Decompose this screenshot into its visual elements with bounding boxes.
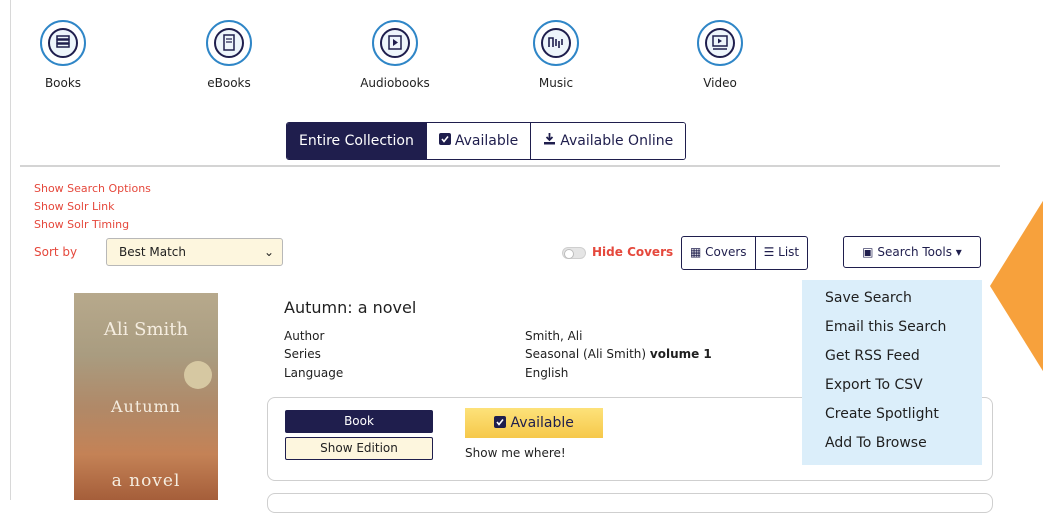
cover-badge [184, 361, 212, 389]
sort-label: Sort by [34, 245, 78, 259]
video-icon [697, 20, 743, 66]
music-icon [533, 20, 579, 66]
show-edition-button[interactable]: Show Edition [285, 437, 433, 460]
page-border [10, 0, 11, 500]
tab-available[interactable]: Available [425, 123, 531, 159]
show-solr-timing-link[interactable]: Show Solr Timing [34, 218, 129, 231]
divider [20, 165, 1000, 167]
orange-pointer [990, 196, 1043, 376]
page: Books eBooks Audiobooks Music Video Enti… [0, 0, 1043, 513]
caret-down-icon: ▾ [955, 245, 962, 259]
collection-tabs: Entire Collection Available Available On… [286, 122, 687, 160]
covers-view-button[interactable]: ▦ Covers [682, 237, 755, 269]
tab-available-online[interactable]: Available Online [530, 123, 686, 159]
view-switcher: ▦ Covers ☰ List [681, 236, 809, 270]
list-label: List [778, 245, 800, 259]
cover-title: Autumn [110, 397, 182, 416]
format-book-button[interactable]: Book [285, 410, 433, 433]
menu-item-email-search[interactable]: Email this Search [825, 319, 946, 335]
sort-value: Best Match [119, 245, 187, 259]
available-button[interactable]: Available [465, 408, 603, 438]
format-label: Video [703, 76, 737, 90]
list-icon: ☰ [763, 245, 775, 259]
tab-label: Entire Collection [299, 133, 414, 149]
format-label: Books [44, 76, 82, 90]
chevron-down-icon: ⌄ [263, 245, 274, 259]
series-volume: volume 1 [649, 347, 712, 361]
show-me-where-link[interactable]: Show me where! [465, 446, 566, 460]
sort-select[interactable]: Best Match ⌄ [106, 238, 283, 266]
ebooks-icon [206, 20, 252, 66]
format-audiobooks[interactable]: Audiobooks [345, 20, 445, 90]
hide-covers-toggle[interactable] [562, 247, 586, 259]
tab-label: Available [454, 133, 519, 149]
search-tools-label: Search Tools [877, 245, 952, 259]
search-tools-button[interactable]: ▣ Search Tools ▾ [843, 236, 981, 268]
format-label: eBooks [207, 76, 251, 90]
book-cover[interactable]: Ali Smith Autumn a novel [74, 293, 218, 500]
format-label: Audiobooks [360, 76, 430, 90]
cover-subtitle: a novel [111, 471, 181, 491]
menu-item-create-spotlight[interactable]: Create Spotlight [825, 406, 939, 422]
result-title[interactable]: Autumn: a novel [284, 298, 416, 317]
menu-item-add-to-browse[interactable]: Add To Browse [825, 435, 927, 451]
download-icon [543, 123, 556, 159]
available-label: Available [510, 415, 574, 431]
field-value[interactable]: Seasonal (Ali Smith) volume 1 [525, 347, 712, 361]
field-key: Language [284, 366, 344, 380]
audiobooks-icon [372, 20, 418, 66]
show-solr-link[interactable]: Show Solr Link [34, 200, 115, 213]
checkbox-icon [494, 415, 507, 431]
field-value: English [525, 366, 569, 380]
format-ebooks[interactable]: eBooks [179, 20, 279, 90]
field-key: Author [284, 329, 325, 343]
search-tools-menu: Save Search Email this Search Get RSS Fe… [802, 280, 982, 465]
books-icon [40, 20, 86, 66]
holding-card [267, 493, 993, 513]
tab-label: Available Online [560, 133, 674, 149]
format-music[interactable]: Music [506, 20, 606, 90]
briefcase-icon: ▣ [862, 245, 874, 259]
menu-item-save-search[interactable]: Save Search [825, 290, 912, 306]
grid-icon: ▦ [690, 245, 702, 259]
menu-item-rss-feed[interactable]: Get RSS Feed [825, 348, 920, 364]
checkbox-icon [438, 123, 451, 159]
hide-covers-label[interactable]: Hide Covers [592, 245, 673, 259]
cover-author: Ali Smith [103, 319, 189, 340]
format-label: Music [538, 76, 574, 90]
list-view-button[interactable]: ☰ List [754, 237, 808, 269]
field-key: Series [284, 347, 321, 361]
format-books[interactable]: Books [13, 20, 113, 90]
show-search-options-link[interactable]: Show Search Options [34, 182, 151, 195]
covers-label: Covers [705, 245, 747, 259]
format-video[interactable]: Video [670, 20, 770, 90]
menu-item-export-csv[interactable]: Export To CSV [825, 377, 923, 393]
tab-entire-collection[interactable]: Entire Collection [287, 123, 426, 159]
series-name: Seasonal (Ali Smith) [525, 347, 647, 361]
field-value[interactable]: Smith, Ali [525, 329, 582, 343]
